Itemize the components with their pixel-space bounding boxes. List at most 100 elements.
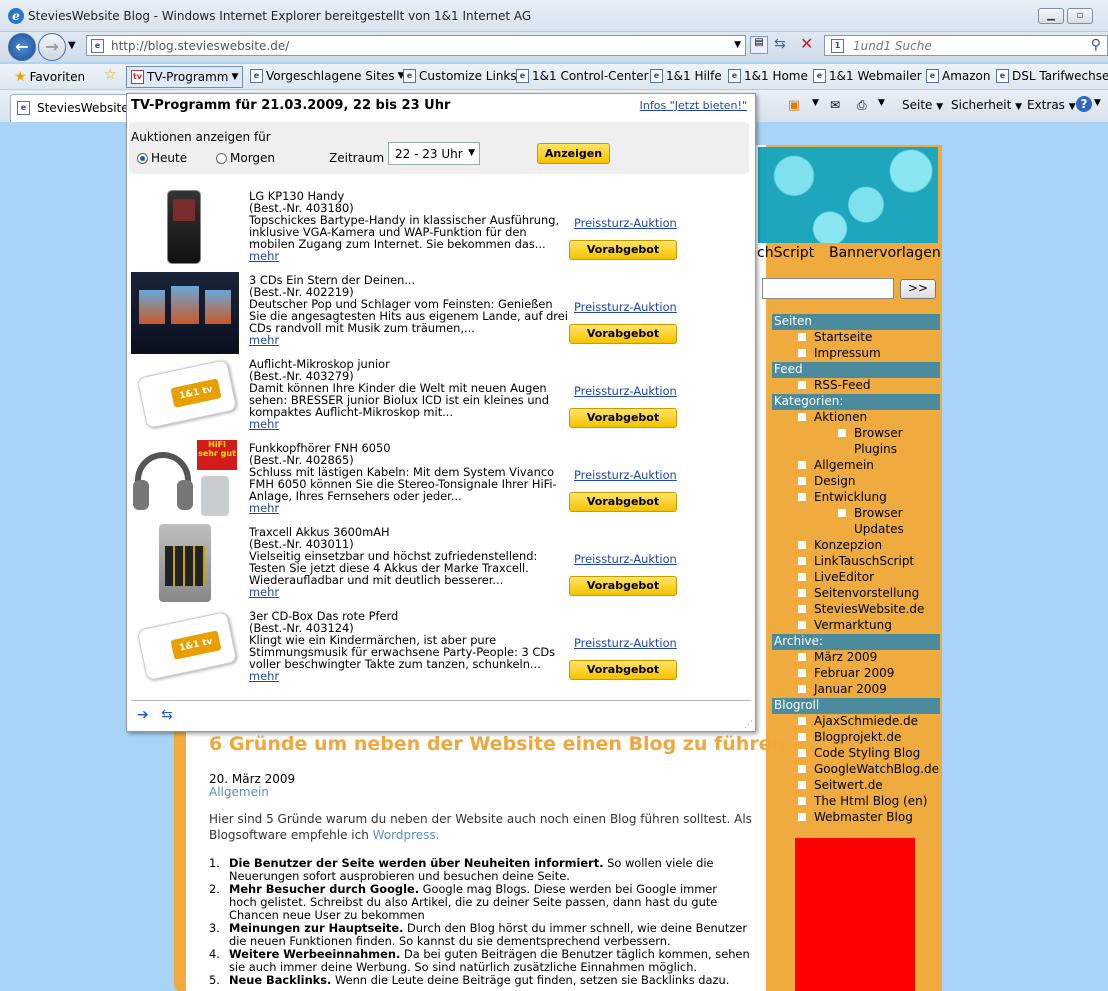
item-thumbnail[interactable] xyxy=(131,524,239,606)
blogroll-item-webmaster-blog[interactable]: Webmaster Blog xyxy=(798,810,913,824)
wordpress-link[interactable]: Wordpress. xyxy=(373,828,440,842)
vorabgebot-button[interactable]: Vorabgebot xyxy=(569,492,677,512)
search-box[interactable]: 1 1und1 Suche ⚲ xyxy=(824,35,1108,56)
sidebar-item-liveeditor[interactable]: LiveEditor xyxy=(798,570,874,584)
info-jetzt-bieten-link[interactable]: Infos "Jetzt bieten!" xyxy=(640,99,747,112)
zeitraum-select[interactable]: 22 - 23 Uhr ▼ xyxy=(388,142,480,165)
radio-heute-label[interactable]: Heute xyxy=(151,151,187,165)
tab-stevieswebsite[interactable]: e SteviesWebsite Blog xyxy=(10,94,128,122)
sidebar-item-aktionen[interactable]: Aktionen xyxy=(798,410,867,424)
site-search-input[interactable] xyxy=(762,278,894,299)
extras-menu[interactable]: Extras ▼ xyxy=(1027,98,1076,112)
page-menu[interactable]: Seite ▼ xyxy=(902,98,943,112)
fav-item-home[interactable]: e 1&1 Home xyxy=(728,69,808,83)
sidebar-item-browser-updates[interactable]: Browser xyxy=(838,506,903,520)
vorabgebot-button[interactable]: Vorabgebot xyxy=(569,324,677,344)
radio-morgen[interactable] xyxy=(216,153,227,164)
sidebar-item-januar-2009[interactable]: Januar 2009 xyxy=(798,682,887,696)
rss-icon[interactable]: ▣ xyxy=(788,98,800,113)
blogroll-item-html-blog[interactable]: The Html Blog (en) xyxy=(798,794,927,808)
tv-programm-button[interactable]: tv TV-Programm ▼ xyxy=(126,66,244,88)
resize-grip-icon[interactable]: ⋰ xyxy=(744,720,753,730)
sidebar-item-browser-plugins[interactable]: Browser xyxy=(838,426,903,440)
item-mehr-link[interactable]: mehr xyxy=(249,670,569,682)
sidebar-item-seitenvorstellung[interactable]: Seitenvorstellung xyxy=(798,586,919,600)
sidebar-item-februar-2009[interactable]: Februar 2009 xyxy=(798,666,894,680)
nav-link-bannervorlagen[interactable]: Bannervorlagen xyxy=(829,245,941,261)
fav-item-hilfe[interactable]: e 1&1 Hilfe xyxy=(650,69,722,83)
search-icon[interactable]: ⚲ xyxy=(1091,37,1101,53)
blogroll-item-code-styling[interactable]: Code Styling Blog xyxy=(798,746,920,760)
address-dropdown-icon[interactable]: ▼ xyxy=(734,40,741,50)
fav-item-customize-links[interactable]: e Customize Links xyxy=(403,69,517,83)
site-search-button[interactable]: >> xyxy=(900,279,936,299)
sidebar-item-maerz-2009[interactable]: März 2009 xyxy=(798,650,877,664)
sidebar-item-entwicklung[interactable]: Entwicklung xyxy=(798,490,887,504)
sidebar-item-allgemein[interactable]: Allgemein xyxy=(798,458,874,472)
sidebar-item-browser-plugins-line2[interactable]: Plugins xyxy=(854,442,897,456)
anzeigen-button[interactable]: Anzeigen xyxy=(537,143,610,164)
mail-icon[interactable]: ✉ xyxy=(830,98,840,112)
chevron-down-icon[interactable]: ▼ xyxy=(1094,98,1101,108)
chevron-down-icon[interactable]: ▼ xyxy=(878,98,885,108)
sidebar-item-stevieswebsite[interactable]: SteviesWebsite.de xyxy=(798,602,924,616)
sidebar-item-vermarktung[interactable]: Vermarktung xyxy=(798,618,892,632)
blogroll-item-blogprojekt[interactable]: Blogprojekt.de xyxy=(798,730,901,744)
item-mehr-link[interactable]: mehr xyxy=(249,334,569,346)
stop-icon[interactable]: ✕ xyxy=(800,34,813,53)
item-thumbnail[interactable] xyxy=(131,272,239,354)
item-thumbnail[interactable]: 1&1 tv xyxy=(131,608,239,690)
sidebar-item-startseite[interactable]: Startseite xyxy=(798,330,872,344)
item-thumbnail[interactable]: HiFi sehr gut xyxy=(131,440,239,522)
vorabgebot-button[interactable]: Vorabgebot xyxy=(569,660,677,680)
vorabgebot-button[interactable]: Vorabgebot xyxy=(569,408,677,428)
sidebar-item-konzepzion[interactable]: Konzepzion xyxy=(798,538,882,552)
preissturz-link[interactable]: Preissturz-Auktion xyxy=(574,384,677,398)
blogroll-item-ajaxschmiede[interactable]: AjaxSchmiede.de xyxy=(798,714,918,728)
favorites-button[interactable]: ★ Favoriten xyxy=(14,69,85,85)
sidebar-item-rss-feed[interactable]: RSS-Feed xyxy=(798,378,871,392)
sidebar-item-design[interactable]: Design xyxy=(798,474,855,488)
help-icon[interactable]: ? xyxy=(1076,96,1092,112)
ad-banner[interactable] xyxy=(795,838,915,991)
preissturz-link[interactable]: Preissturz-Auktion xyxy=(574,216,677,230)
sidebar-item-browser-updates-line2[interactable]: Updates xyxy=(854,522,904,536)
vorabgebot-button[interactable]: Vorabgebot xyxy=(569,240,677,260)
fav-item-webmailer[interactable]: e 1&1 Webmailer xyxy=(813,69,922,83)
blogroll-item-googlewatchblog[interactable]: GoogleWatchBlog.de xyxy=(798,762,939,776)
item-mehr-link[interactable]: mehr xyxy=(249,586,569,598)
preissturz-link[interactable]: Preissturz-Auktion xyxy=(574,300,677,314)
minimize-button[interactable]: ▁ xyxy=(1038,8,1064,24)
search-input[interactable]: 1und1 Suche xyxy=(853,39,932,53)
post-category[interactable]: Allgemein xyxy=(209,785,269,799)
refresh-icon[interactable]: ⇆ xyxy=(161,707,173,723)
refresh-icon[interactable]: ⇆ xyxy=(774,36,786,52)
item-mehr-link[interactable]: mehr xyxy=(249,418,569,430)
item-mehr-link[interactable]: mehr xyxy=(249,250,569,262)
print-icon[interactable]: ⎙ xyxy=(857,98,867,113)
history-dropdown-icon[interactable]: ▼ xyxy=(68,40,76,51)
chevron-down-icon[interactable]: ▼ xyxy=(812,98,819,108)
blogroll-item-seitwert[interactable]: Seitwert.de xyxy=(798,778,883,792)
sidebar-item-linktauschscript[interactable]: LinkTauschScript xyxy=(798,554,914,568)
security-menu[interactable]: Sicherheit ▼ xyxy=(951,98,1022,112)
radio-morgen-label[interactable]: Morgen xyxy=(230,151,275,165)
fav-item-vorgeschlagene[interactable]: e Vorgeschlagene Sites ▼ xyxy=(250,69,405,83)
item-thumbnail[interactable]: 1&1 tv xyxy=(131,356,239,438)
back-button[interactable]: ← xyxy=(8,33,36,61)
maximize-button[interactable]: ▫ xyxy=(1067,8,1093,24)
nav-link-linktauschscript[interactable]: chScript xyxy=(757,245,814,261)
vorabgebot-button[interactable]: Vorabgebot xyxy=(569,576,677,596)
radio-heute[interactable] xyxy=(137,153,148,164)
post-title[interactable]: 6 Gründe um neben der Website einen Blog… xyxy=(209,733,785,755)
add-favorite-icon[interactable]: ☆ xyxy=(104,67,117,83)
item-thumbnail[interactable] xyxy=(131,188,239,270)
preissturz-link[interactable]: Preissturz-Auktion xyxy=(574,468,677,482)
sidebar-item-impressum[interactable]: Impressum xyxy=(798,346,881,360)
preissturz-link[interactable]: Preissturz-Auktion xyxy=(574,552,677,566)
fav-item-amazon[interactable]: e Amazon xyxy=(926,69,991,83)
forward-button[interactable]: → xyxy=(38,33,66,61)
fav-item-control-center[interactable]: e 1&1 Control-Center xyxy=(516,69,649,83)
preissturz-link[interactable]: Preissturz-Auktion xyxy=(574,636,677,650)
item-mehr-link[interactable]: mehr xyxy=(249,502,569,514)
